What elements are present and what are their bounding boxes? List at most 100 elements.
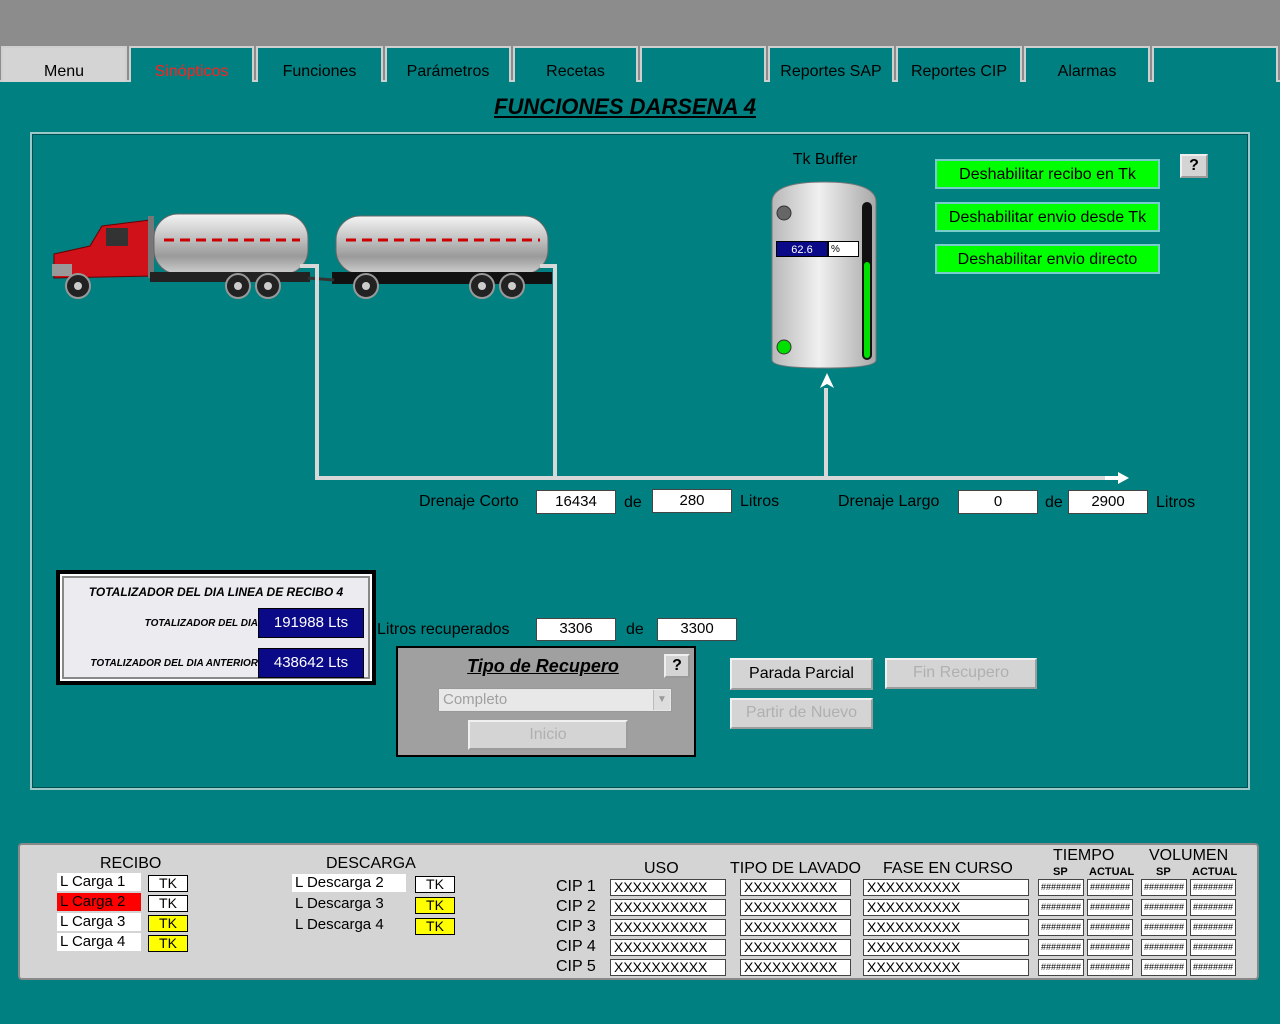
recupero-select-value: Completo [443, 691, 508, 708]
cip-col-tipo: TIPO DE LAVADO [730, 860, 861, 877]
volumen-sp-header: SP [1156, 866, 1171, 878]
cip-volumen-sp-field: ######## [1141, 879, 1187, 896]
tab-empty-2[interactable] [1152, 46, 1278, 82]
drain-short-label: Drenaje Corto [419, 493, 519, 510]
totalizer-title: TOTALIZADOR DEL DIA LINEA DE RECIBO 4 [88, 585, 344, 599]
recibo-tk-indicator[interactable]: TK [148, 895, 188, 912]
cip-tiempo-actual-field: ######## [1087, 899, 1133, 916]
recupero-help-button[interactable]: ? [664, 654, 690, 678]
cip-tipo-field: XXXXXXXXXX [740, 919, 851, 936]
help-button[interactable]: ? [1180, 154, 1208, 178]
tab-parametros[interactable]: Parámetros [385, 46, 511, 82]
recupero-select[interactable]: Completo ▼ [438, 688, 672, 712]
cip-volumen-actual-field: ######## [1190, 959, 1236, 976]
drain-long-value: 0 [958, 490, 1038, 514]
cip-row-name: CIP 3 [556, 918, 596, 935]
drain-short-unit: Litros [740, 493, 780, 510]
tab-reportes-sap[interactable]: Reportes SAP [768, 46, 894, 82]
drain-long-target[interactable]: 2900 [1068, 490, 1148, 514]
recibo-tk-indicator[interactable]: TK [148, 875, 188, 892]
disable-send-button[interactable]: Deshabilitar envio desde Tk [935, 202, 1160, 232]
tab-recetas[interactable]: Recetas [513, 46, 638, 82]
tab-bar: Menu Sinópticos Funciones Parámetros Rec… [0, 46, 1280, 82]
cip-tiempo-actual-field: ######## [1087, 919, 1133, 936]
cip-col-uso: USO [644, 860, 679, 877]
disable-receive-button[interactable]: Deshabilitar recibo en Tk [935, 159, 1160, 189]
disable-direct-button[interactable]: Deshabilitar envio directo [935, 244, 1160, 274]
recibo-line-label: L Carga 3 [57, 913, 141, 931]
page-title: FUNCIONES DARSENA 4 [494, 94, 756, 119]
recovered-de: de [626, 621, 644, 638]
arrow-up-icon [820, 373, 834, 388]
cip-tiempo-actual-field: ######## [1087, 879, 1133, 896]
recupero-box: Tipo de Recupero ? Completo ▼ Inicio [396, 646, 696, 757]
restart-button[interactable]: Partir de Nuevo [730, 698, 873, 729]
tab-empty-1[interactable] [640, 46, 766, 82]
tank-level-fill [864, 262, 870, 358]
chevron-down-icon[interactable]: ▼ [653, 690, 670, 710]
pipe-vertical-1 [315, 266, 319, 480]
pipe-horizontal [315, 476, 1105, 480]
cip-tiempo-sp-field: ######## [1038, 919, 1084, 936]
cip-volumen-sp-field: ######## [1141, 899, 1187, 916]
cip-tipo-field: XXXXXXXXXX [740, 939, 851, 956]
tab-alarmas[interactable]: Alarmas [1024, 46, 1150, 82]
cip-volumen-sp-field: ######## [1141, 939, 1187, 956]
tank-level-value: 62.6 [776, 241, 828, 257]
descarga-line-label: L Descarga 4 [295, 916, 384, 933]
descarga-line-label: L Descarga 2 [292, 874, 406, 892]
recovered-label: Litros recuperados [377, 621, 510, 638]
totalizer-day-label: TOTALIZADOR DEL DIA [144, 618, 258, 629]
totalizer-prev-label: TOTALIZADOR DEL DIA ANTERIOR [90, 658, 258, 669]
cip-tipo-field: XXXXXXXXXX [740, 879, 851, 896]
drain-short-target[interactable]: 280 [652, 489, 732, 513]
cip-uso-field: XXXXXXXXXX [610, 959, 726, 976]
cip-tipo-field: XXXXXXXXXX [740, 899, 851, 916]
recibo-line-label: L Carga 1 [57, 873, 141, 891]
descarga-line-label: L Descarga 3 [295, 895, 384, 912]
pipe-vertical-2 [553, 266, 557, 480]
tab-menu[interactable]: Menu [1, 46, 127, 82]
recibo-line-label: L Carga 4 [57, 933, 141, 951]
volumen-actual-header: ACTUAL [1192, 866, 1238, 878]
descarga-tk-indicator[interactable]: TK [415, 897, 455, 914]
cip-col-fase: FASE EN CURSO [883, 860, 1013, 877]
end-recovery-button[interactable]: Fin Recupero [885, 658, 1037, 689]
cip-volumen-sp-field: ######## [1141, 919, 1187, 936]
cip-uso-field: XXXXXXXXXX [610, 939, 726, 956]
cip-uso-field: XXXXXXXXXX [610, 919, 726, 936]
partial-stop-button[interactable]: Parada Parcial [730, 658, 873, 690]
recibo-tk-indicator[interactable]: TK [148, 935, 188, 952]
tank-label: Tk Buffer [792, 151, 858, 168]
recibo-title: RECIBO [100, 855, 162, 872]
drain-long-unit: Litros [1156, 494, 1196, 511]
cip-volumen-sp-field: ######## [1141, 959, 1187, 976]
buffer-tank-graphic [771, 181, 877, 369]
descarga-tk-indicator[interactable]: TK [415, 918, 455, 935]
cip-volumen-actual-field: ######## [1190, 879, 1236, 896]
tab-reportes-cip[interactable]: Reportes CIP [896, 46, 1022, 82]
cip-fase-field: XXXXXXXXXX [863, 939, 1029, 956]
descarga-tk-indicator[interactable]: TK [415, 876, 455, 893]
cip-fase-field: XXXXXXXXXX [863, 959, 1029, 976]
tab-sinopticos[interactable]: Sinópticos [129, 46, 254, 82]
cip-fase-field: XXXXXXXXXX [863, 919, 1029, 936]
recovered-target[interactable]: 3300 [657, 618, 737, 641]
cip-uso-field: XXXXXXXXXX [610, 879, 726, 896]
cip-col-tiempo: TIEMPO [1053, 847, 1115, 864]
tab-funciones[interactable]: Funciones [256, 46, 383, 82]
recupero-title: Tipo de Recupero [467, 656, 619, 676]
cip-tiempo-sp-field: ######## [1038, 899, 1084, 916]
totalizer-day-value: 191988 Lts [258, 608, 364, 638]
start-button[interactable]: Inicio [468, 720, 628, 750]
drain-short-de: de [624, 494, 642, 511]
tiempo-sp-header: SP [1053, 866, 1068, 878]
cip-tiempo-sp-field: ######## [1038, 939, 1084, 956]
cip-tiempo-actual-field: ######## [1087, 939, 1133, 956]
arrow-right-icon [1105, 472, 1129, 484]
pipe-stub-2 [540, 264, 557, 268]
drain-long-de: de [1045, 494, 1063, 511]
tank-level-unit: % [828, 241, 859, 257]
cip-row-name: CIP 1 [556, 878, 596, 895]
recibo-tk-indicator[interactable]: TK [148, 915, 188, 932]
